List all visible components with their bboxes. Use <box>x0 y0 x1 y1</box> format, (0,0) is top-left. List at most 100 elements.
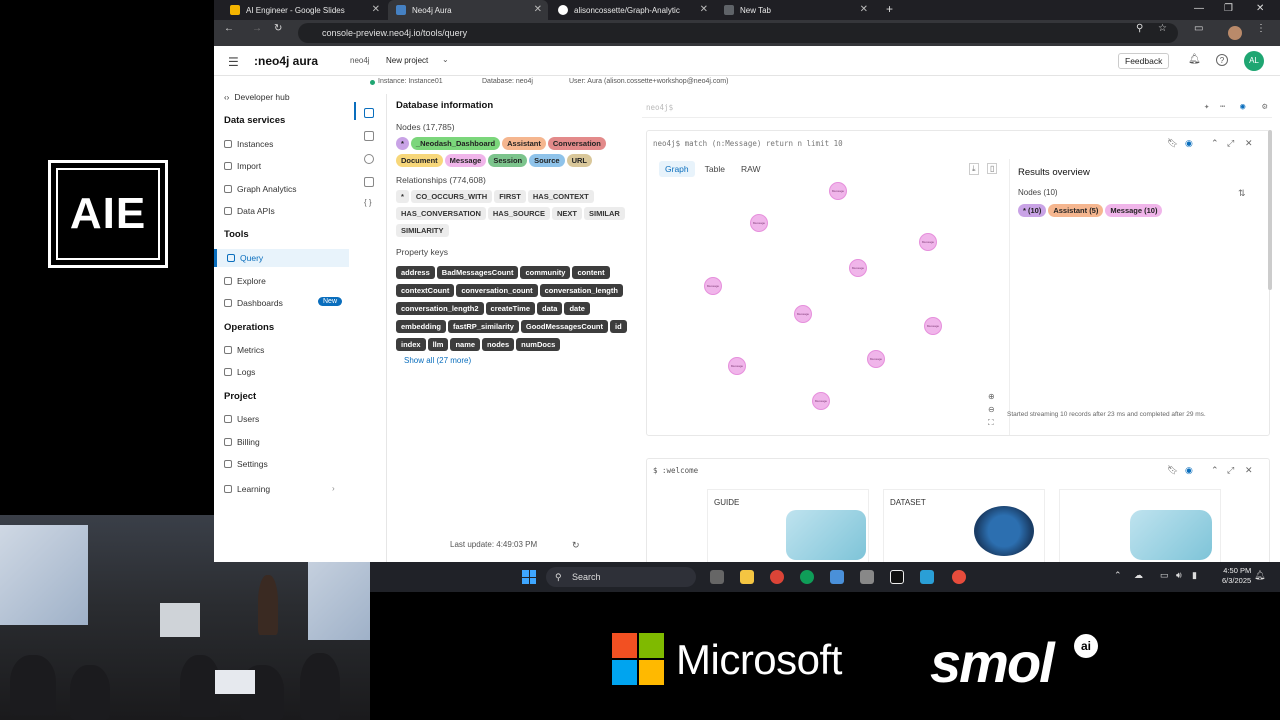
close-icon[interactable]: ✕ <box>860 4 868 15</box>
sidebar-item-explore[interactable]: Explore <box>224 276 266 286</box>
close-icon[interactable]: ✕ <box>372 4 380 15</box>
bookmark-icon[interactable]: 🔖︎ <box>1167 138 1178 149</box>
sidebar-item-data-apis[interactable]: Data APIs <box>224 206 275 216</box>
show-all-link[interactable]: Show all (27 more) <box>404 356 636 365</box>
sidebar-item-metrics[interactable]: Metrics <box>224 345 264 355</box>
display-icon[interactable]: ▭ <box>1160 570 1169 581</box>
relationship-pill[interactable]: HAS_CONTEXT <box>527 190 594 203</box>
capcut-icon[interactable] <box>890 570 904 584</box>
sidebar-item-graph-analytics[interactable]: Graph Analytics <box>224 184 297 194</box>
property-key-pill[interactable]: embedding <box>396 320 447 333</box>
database-icon[interactable] <box>364 108 374 118</box>
collapse-icon[interactable]: ⌃ <box>1211 465 1219 476</box>
url-input[interactable]: console-preview.neo4j.io/tools/query <box>298 23 1178 43</box>
property-key-pill[interactable]: fastRP_similarity <box>448 320 519 333</box>
sidebar-item-instances[interactable]: Instances <box>224 139 273 149</box>
property-key-pill[interactable]: createTime <box>485 302 536 315</box>
chrome-icon[interactable] <box>770 570 784 584</box>
result-label-pill[interactable]: Assistant (5) <box>1048 204 1104 217</box>
property-key-pill[interactable]: community <box>520 266 571 279</box>
sidebar-item-settings[interactable]: Settings <box>224 459 268 469</box>
graph-node[interactable]: Message <box>728 357 746 375</box>
app-icon[interactable] <box>920 570 934 584</box>
rerun-icon[interactable]: ◉ <box>1185 138 1193 149</box>
guide-card[interactable]: GUIDE <box>707 489 869 562</box>
taskbar-search[interactable]: ⚲ Search <box>546 567 696 587</box>
sidebar-item-dashboards[interactable]: Dashboards <box>224 298 283 308</box>
property-key-pill[interactable]: nodes <box>482 338 515 351</box>
notification-icon[interactable]: 🔔︎ <box>1254 570 1265 581</box>
app-icon[interactable] <box>952 570 966 584</box>
property-key-pill[interactable]: conversation_length <box>539 284 623 297</box>
saved-cypher-icon[interactable] <box>364 131 374 141</box>
graph-node[interactable]: Message <box>750 214 768 232</box>
graph-node[interactable]: Message <box>924 317 942 335</box>
node-label-pill[interactable]: URL <box>566 154 592 167</box>
org-selector[interactable]: neo4j <box>350 56 370 65</box>
rerun-icon[interactable]: ◉ <box>1185 465 1193 476</box>
run-query-icon[interactable]: ◉ <box>1240 102 1245 112</box>
node-label-pill[interactable]: Source <box>529 154 565 167</box>
notification-bell-icon[interactable]: 🔔︎ <box>1188 54 1201 65</box>
bookmark-icon[interactable]: 🔖︎ <box>1167 465 1178 476</box>
node-label-pill[interactable]: Assistant <box>502 137 546 150</box>
sidebar-item-billing[interactable]: Billing <box>224 437 260 447</box>
tray-chevron-up-icon[interactable]: ⌃ <box>1114 570 1122 581</box>
tab-new-tab[interactable]: New Tab ✕ <box>716 0 874 20</box>
graph-node[interactable]: Message <box>704 277 722 295</box>
snipping-tool-icon[interactable] <box>860 570 874 584</box>
sidebar-item-query[interactable]: Query <box>214 249 349 267</box>
bookmark-star-icon[interactable]: ☆ <box>1158 23 1167 34</box>
forward-icon[interactable]: → <box>252 23 262 34</box>
new-tab-plus-icon[interactable]: + <box>886 2 893 16</box>
node-label-pill[interactable]: Conversation <box>547 137 606 150</box>
property-key-pill[interactable]: contextCount <box>396 284 455 297</box>
scrollbar[interactable] <box>1268 130 1272 290</box>
settings-gear-icon[interactable]: ⚙ <box>1262 102 1267 112</box>
close-icon[interactable]: ✕ <box>534 4 542 15</box>
result-label-pill[interactable]: * (10) <box>1018 204 1047 217</box>
zoom-icon[interactable]: ⚲ <box>1136 23 1143 34</box>
fit-view-icon[interactable]: ⛶ <box>988 418 994 428</box>
menu-kebab-icon[interactable]: ⋮ <box>1256 23 1266 34</box>
tab-google-slides[interactable]: AI Engineer - Google Slides ✕ <box>222 0 386 20</box>
node-label-pill[interactable]: _Neodash_Dashboard <box>410 137 501 150</box>
relationship-pill[interactable]: * <box>396 190 409 203</box>
property-key-pill[interactable]: numDocs <box>516 338 561 351</box>
graph-node[interactable]: Message <box>849 259 867 277</box>
relationship-pill[interactable]: SIMILARITY <box>396 224 449 237</box>
property-key-pill[interactable]: name <box>450 338 481 351</box>
relationship-pill[interactable]: HAS_SOURCE <box>487 207 550 220</box>
history-icon[interactable] <box>364 154 374 164</box>
close-icon[interactable]: ✕ <box>700 4 708 15</box>
tab-github[interactable]: alisoncossette/Graph-Analytic ✕ <box>550 0 714 20</box>
tab-neo4j-aura[interactable]: Neo4j Aura ✕ <box>388 0 548 20</box>
instance-selector[interactable]: Instance: Instance01 <box>378 78 443 85</box>
maximize-icon[interactable]: ❐ <box>1224 3 1233 14</box>
expand-icon[interactable]: ⤢ <box>1227 465 1234 476</box>
relationship-pill[interactable]: SIMILAR <box>583 207 625 220</box>
sidebar-item-developer-hub[interactable]: ‹› Developer hub <box>224 92 290 102</box>
expand-icon[interactable]: ⤢ <box>1227 138 1234 149</box>
settings-app-icon[interactable] <box>830 570 844 584</box>
property-key-pill[interactable]: llm <box>427 338 449 351</box>
params-braces-icon[interactable]: { } <box>364 198 372 207</box>
refresh-icon[interactable]: ↻ <box>572 540 580 551</box>
node-label-pill[interactable]: Session <box>488 154 528 167</box>
docs-book-icon[interactable] <box>364 177 374 187</box>
reload-icon[interactable]: ↻ <box>274 23 282 34</box>
graph-node[interactable]: Message <box>829 182 847 200</box>
property-key-pill[interactable]: id <box>609 320 627 333</box>
relationship-pill[interactable]: FIRST <box>494 190 526 203</box>
collapse-icon[interactable]: ⌃ <box>1211 138 1219 149</box>
sidebar-item-users[interactable]: Users <box>224 414 259 424</box>
sort-icon[interactable]: ⇅ <box>1238 188 1246 199</box>
property-key-pill[interactable]: address <box>396 266 435 279</box>
minimize-icon[interactable]: — <box>1194 3 1204 14</box>
graph-node[interactable]: Message <box>867 350 885 368</box>
property-key-pill[interactable]: date <box>564 302 590 315</box>
database-selector[interactable]: Database: neo4j <box>482 78 533 85</box>
chrome-profile-icon[interactable] <box>800 570 814 584</box>
relationship-pill[interactable]: CO_OCCURS_WITH <box>410 190 493 203</box>
graph-node[interactable]: Message <box>812 392 830 410</box>
